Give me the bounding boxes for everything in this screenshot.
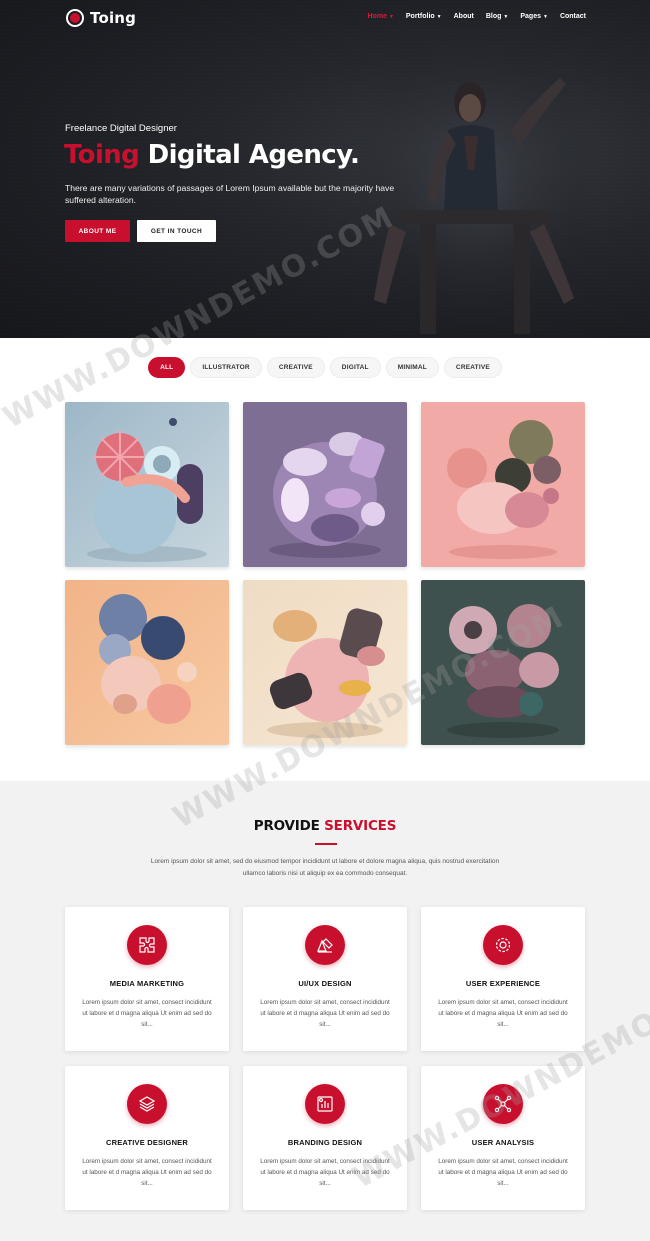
filter-minimal[interactable]: MINIMAL <box>385 357 439 378</box>
portfolio-image <box>65 580 229 745</box>
service-card[interactable]: BRANDING DESIGN Lorem ipsum dolor sit am… <box>243 1066 407 1210</box>
nav-portfolio[interactable]: Portfolio ▼ <box>406 13 442 20</box>
filter-illustrator[interactable]: ILLUSTRATOR <box>190 357 262 378</box>
hero-description: There are many variations of passages of… <box>65 183 395 205</box>
about-me-button[interactable]: ABOUT ME <box>65 220 130 242</box>
service-title: CREATIVE DESIGNER <box>105 1138 189 1147</box>
service-title: USER EXPERIENCE <box>465 979 541 988</box>
nav-pages[interactable]: Pages ▼ <box>520 13 548 20</box>
nav-contact[interactable]: Contact <box>560 13 586 20</box>
chevron-down-icon: ▼ <box>503 13 509 20</box>
service-title: BRANDING DESIGN <box>287 1138 363 1147</box>
portfolio-image <box>243 402 407 567</box>
portfolio-item[interactable] <box>65 402 229 567</box>
portfolio-image <box>65 402 229 567</box>
services-description: Lorem ipsum dolor sit amet, sed do eiusm… <box>150 858 500 877</box>
filter-digital[interactable]: DIGITAL <box>329 357 381 378</box>
service-text: Lorem ipsum dolor sit amet, consect inci… <box>438 1158 568 1187</box>
services-title-accent: SERVICES <box>324 818 397 834</box>
portfolio-gallery <box>65 402 586 745</box>
nav-portfolio-label: Portfolio <box>405 13 435 20</box>
logo-text: Toing <box>90 9 137 27</box>
hero-subtitle: Freelance Digital Designer <box>65 123 177 134</box>
filter-creative[interactable]: CREATIVE <box>266 357 325 378</box>
navbar: Toing Home ▼ Portfolio ▼ About Blog ▼ Pages… <box>0 0 650 36</box>
puzzle-icon <box>127 925 167 965</box>
services-grid: MEDIA MARKETING Lorem ipsum dolor sit am… <box>65 907 586 1210</box>
nav-about-label: About <box>453 13 474 20</box>
service-title: MEDIA MARKETING <box>109 979 185 988</box>
portfolio-item[interactable] <box>421 402 585 567</box>
logo-icon <box>66 9 84 27</box>
filter-creative-2[interactable]: CREATIVE <box>443 357 502 378</box>
chevron-down-icon: ▼ <box>542 13 548 20</box>
hero-title: Toing Digital Agency. <box>64 140 360 170</box>
service-title: UI/UX DESIGN <box>298 979 352 988</box>
nav-contact-label: Contact <box>559 13 586 20</box>
services-title: PROVIDE SERVICES <box>0 818 650 834</box>
nav-home-label: Home <box>367 13 387 20</box>
portfolio-item[interactable] <box>243 402 407 567</box>
nav-about[interactable]: About <box>454 13 474 20</box>
hero-section: Toing Home ▼ Portfolio ▼ About Blog ▼ Pages… <box>0 0 650 338</box>
logo[interactable]: Toing <box>66 9 136 27</box>
services-divider <box>315 843 337 845</box>
chevron-down-icon: ▼ <box>436 13 442 20</box>
service-text: Lorem ipsum dolor sit amet, consect inci… <box>260 999 390 1028</box>
service-text: Lorem ipsum dolor sit amet, consect inci… <box>82 1158 212 1187</box>
main-menu: Home ▼ Portfolio ▼ About Blog ▼ Pages ▼ Cont… <box>367 13 586 20</box>
analytics-icon <box>305 1084 345 1124</box>
service-title: USER ANALYSIS <box>471 1138 535 1147</box>
nav-home[interactable]: Home ▼ <box>367 13 393 20</box>
nav-blog-label: Blog <box>485 13 502 20</box>
get-in-touch-button[interactable]: GET IN TOUCH <box>137 220 216 242</box>
service-text: Lorem ipsum dolor sit amet, consect inci… <box>82 999 212 1028</box>
service-text: Lorem ipsum dolor sit amet, consect inci… <box>438 999 568 1028</box>
service-card[interactable]: UI/UX DESIGN Lorem ipsum dolor sit amet,… <box>243 907 407 1051</box>
nav-blog[interactable]: Blog ▼ <box>486 13 509 20</box>
design-tools-icon <box>305 925 345 965</box>
hero-title-accent: Toing <box>64 140 140 170</box>
gear-icon <box>483 925 523 965</box>
portfolio-item[interactable] <box>65 580 229 745</box>
service-card[interactable]: MEDIA MARKETING Lorem ipsum dolor sit am… <box>65 907 229 1051</box>
portfolio-image <box>421 402 585 567</box>
layers-icon <box>127 1084 167 1124</box>
nav-pages-label: Pages <box>520 13 541 20</box>
chevron-down-icon: ▼ <box>388 13 394 20</box>
service-card[interactable]: CREATIVE DESIGNER Lorem ipsum dolor sit … <box>65 1066 229 1210</box>
service-card[interactable]: USER EXPERIENCE Lorem ipsum dolor sit am… <box>421 907 585 1051</box>
hero-title-rest: Digital Agency. <box>139 140 360 170</box>
services-title-plain: PROVIDE <box>253 818 325 834</box>
